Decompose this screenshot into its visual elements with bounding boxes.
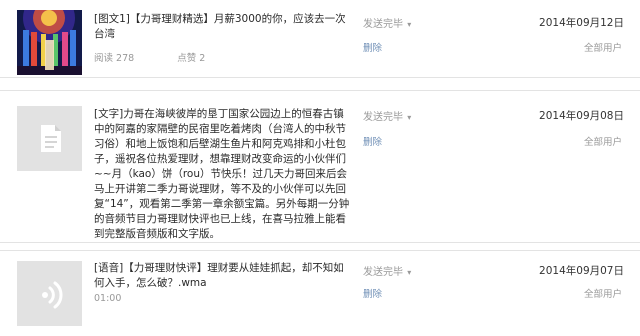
send-date: 2014年09月08日	[539, 110, 624, 122]
send-status-label: 发送完毕	[363, 19, 403, 30]
audience-label: 全部用户	[583, 289, 622, 300]
send-status-label: 发送完毕	[363, 267, 403, 278]
read-count: 阅读 278	[94, 53, 135, 64]
audio-duration: 01:00	[94, 293, 122, 304]
caret-down-icon: ▾	[407, 20, 412, 29]
send-date: 2014年09月12日	[539, 17, 624, 29]
message-row: [文字]力哥在海峡彼岸的垦丁国家公园边上的恒春古镇中的阿嘉的家隔壁的民宿里吃着烤…	[0, 90, 640, 243]
document-icon	[17, 106, 82, 171]
send-date: 2014年09月07日	[539, 265, 624, 277]
message-row: [语音]【力哥理财快评】理财要从娃娃抓起，却不知如何入手，怎么破？.wma 01…	[0, 250, 640, 336]
message-history-list: [图文1]【力哥理财精选】月薪3000的你，应该去一次台湾 阅读 278 点赞 …	[0, 0, 640, 336]
like-count: 点赞 2	[177, 53, 206, 64]
send-status-label: 发送完毕	[363, 112, 403, 123]
text-thumbnail	[17, 106, 82, 171]
send-status[interactable]: 发送完毕 ▾	[363, 263, 411, 278]
message-text[interactable]: [语音]【力哥理财快评】理财要从娃娃抓起，却不知如何入手，怎么破？.wma	[94, 261, 352, 291]
send-status[interactable]: 发送完毕 ▾	[363, 15, 411, 30]
message-row: [图文1]【力哥理财精选】月薪3000的你，应该去一次台湾 阅读 278 点赞 …	[0, 0, 640, 78]
audience-label: 全部用户	[583, 43, 622, 54]
caret-down-icon: ▾	[407, 113, 412, 122]
message-text[interactable]: [文字]力哥在海峡彼岸的垦丁国家公园边上的恒春古镇中的阿嘉的家隔壁的民宿里吃着烤…	[94, 107, 352, 242]
audio-wave-icon	[17, 261, 82, 326]
send-status[interactable]: 发送完毕 ▾	[363, 108, 411, 123]
caret-down-icon: ▾	[407, 268, 412, 277]
delete-link[interactable]: 删除	[363, 40, 382, 54]
delete-link[interactable]: 删除	[363, 286, 382, 300]
audience-label: 全部用户	[583, 137, 622, 148]
photo-thumbnail	[17, 10, 82, 75]
message-text[interactable]: [图文1]【力哥理财精选】月薪3000的你，应该去一次台湾	[94, 12, 352, 42]
article-thumbnail[interactable]	[17, 10, 82, 75]
delete-link[interactable]: 删除	[363, 134, 382, 148]
voice-thumbnail[interactable]	[17, 261, 82, 326]
message-stats: 阅读 278 点赞 2	[94, 50, 245, 64]
